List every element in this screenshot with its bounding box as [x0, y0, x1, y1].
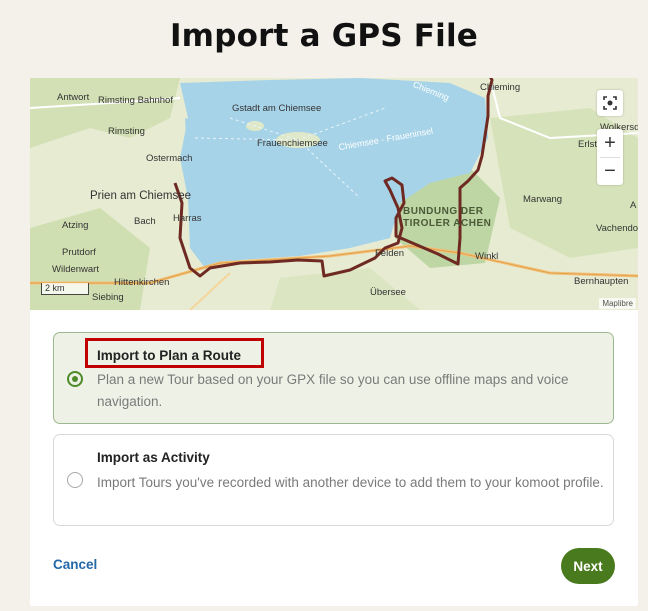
map-label-gstadt: Gstadt am Chiemsee [232, 103, 322, 114]
map-label-rimsting-bahnhof: Rimsting Bahnhof [98, 95, 173, 106]
zoom-out-icon: − [604, 160, 616, 182]
map-label-bernhaupten: Bernhaupten [574, 276, 629, 287]
next-button[interactable]: Next [561, 548, 615, 584]
zoom-in-icon: + [604, 132, 616, 154]
locate-icon [603, 96, 617, 110]
radio-plan-route[interactable] [67, 371, 83, 387]
option-plan-route[interactable]: Import to Plan a Route Plan a new Tour b… [53, 332, 614, 424]
map-label-antwort: Antwort [57, 92, 90, 103]
map-label-marwang: Marwang [523, 194, 563, 205]
map-attribution[interactable]: Maplibre [599, 298, 636, 309]
map-label-prutdorf: Prutdorf [62, 247, 96, 258]
map-label-felden: Felden [375, 248, 405, 259]
map-scale: 2 km [41, 283, 89, 295]
map-label-harras: Harras [173, 213, 202, 224]
cancel-button[interactable]: Cancel [53, 557, 97, 572]
map-label-hittenkirchen: Hittenkirchen [114, 277, 170, 288]
option-plan-route-title: Import to Plan a Route [97, 348, 242, 363]
locate-button[interactable] [597, 90, 623, 116]
map-label-wildenwart: Wildenwart [52, 264, 99, 275]
radio-import-activity[interactable] [67, 472, 83, 488]
map-label-frauenchiemsee: Frauenchiemsee [257, 138, 328, 149]
map-label-erlstatt: Erlst [578, 139, 597, 150]
map-label-vachendorf: Vachendo [596, 223, 638, 234]
import-dialog: Antwort Rimsting Bahnhof Gstadt am Chiem… [30, 78, 638, 606]
map-label-chieming: Chieming [480, 82, 521, 93]
map-label-ostermach: Ostermach [146, 153, 193, 164]
map-label-atzing: Atzing [62, 220, 89, 231]
map-label-rimsting: Rimsting [108, 126, 145, 137]
zoom-out-button[interactable]: − [597, 158, 623, 185]
map-label-ubersee: Übersee [370, 287, 406, 298]
map-label-prien: Prien am Chiemsee [90, 190, 191, 202]
map-label-park-1: BUNDUNG DER [403, 206, 484, 217]
zoom-in-button[interactable]: + [597, 129, 623, 157]
page-title: Import a GPS File [169, 18, 479, 54]
route-map[interactable]: Antwort Rimsting Bahnhof Gstadt am Chiem… [30, 78, 638, 310]
map-label-bach: Bach [134, 216, 156, 227]
map-label-siebing: Siebing [92, 292, 124, 303]
map-label-winkl: Winkl [475, 251, 499, 262]
zoom-control: + − [597, 129, 623, 185]
option-import-activity[interactable]: Import as Activity Import Tours you've r… [53, 434, 614, 526]
option-import-activity-title: Import as Activity [97, 450, 210, 465]
map-label-park-2: TIROLER ACHEN [403, 218, 492, 229]
option-plan-route-description: Plan a new Tour based on your GPX file s… [97, 372, 569, 409]
option-import-activity-description: Import Tours you've recorded with anothe… [97, 475, 604, 490]
map-label-a: A [630, 200, 637, 211]
